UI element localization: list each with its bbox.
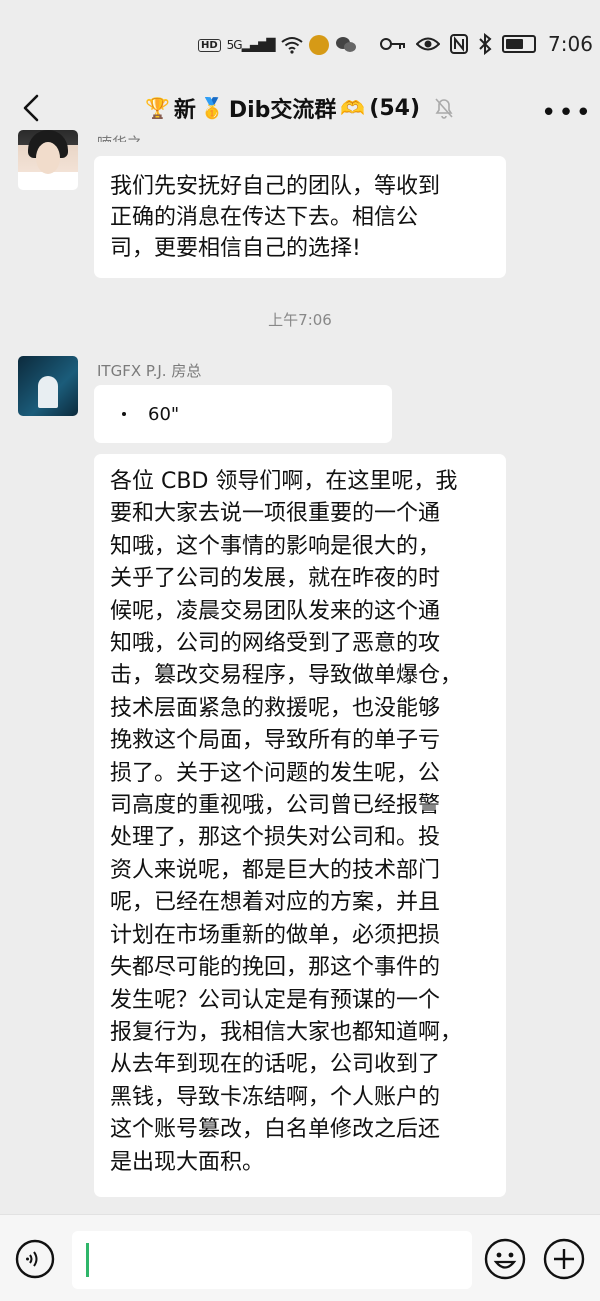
message-text: 各位 CBD 领导们啊，在这里呢，我 要和大家去说一项很重要的一个通 知哦，这个… xyxy=(110,469,463,1175)
input-bar xyxy=(0,1214,600,1301)
message-input[interactable] xyxy=(72,1231,472,1289)
more-options-icon[interactable]: ••• xyxy=(541,98,593,128)
battery-icon xyxy=(502,35,536,53)
nfc-icon xyxy=(450,34,468,54)
eye-icon xyxy=(416,37,440,51)
medal-icon: 🥇 xyxy=(199,96,225,120)
bluetooth-icon xyxy=(479,33,492,55)
emoji-icon[interactable] xyxy=(483,1237,527,1281)
status-left-icons: HD 5G▂▄▆█ xyxy=(198,33,357,57)
hd-indicator: HD xyxy=(198,38,221,52)
title-text-2: Dib交流群 xyxy=(228,98,337,123)
trophy-icon: 🏆 xyxy=(145,96,170,120)
title-text-1: 新 xyxy=(173,98,196,123)
status-bar: HD 5G▂▄▆█ 7:06 xyxy=(0,0,600,86)
voice-duration: 60" xyxy=(148,403,180,425)
avatar[interactable] xyxy=(18,356,78,416)
wifi-icon xyxy=(280,37,303,54)
status-time: 7:06 xyxy=(548,32,593,56)
key-icon xyxy=(380,38,405,50)
message-bubble[interactable]: 我们先安抚好自己的团队，等收到 正确的消息在传达下去。相信公 司，更要相信自己的… xyxy=(94,156,506,278)
avatar[interactable] xyxy=(18,130,78,190)
status-right-icons: 7:06 xyxy=(380,31,593,57)
text-cursor xyxy=(86,1243,89,1277)
sender-name: ITGFX P.J. 房总 xyxy=(97,362,202,380)
signal-icon: 5G▂▄▆█ xyxy=(226,38,276,52)
voice-wave-icon xyxy=(122,412,126,416)
wechat-icon xyxy=(335,37,356,52)
chat-title[interactable]: 🏆 新 🥇 Dib交流群 🫶 (54) xyxy=(145,90,420,126)
voice-message-bubble[interactable]: 60" xyxy=(94,385,392,443)
plus-icon[interactable] xyxy=(542,1237,586,1281)
muted-bell-icon xyxy=(435,98,453,119)
heart-hands-icon: 🫶 xyxy=(340,96,366,120)
message-bubble[interactable]: 各位 CBD 领导们啊，在这里呢，我 要和大家去说一项很重要的一个通 知哦，这个… xyxy=(94,454,506,1197)
back-arrow-icon[interactable] xyxy=(15,88,51,128)
app-notification-icon xyxy=(308,35,329,55)
voice-input-icon[interactable] xyxy=(15,1239,55,1279)
sender-name: 喃华之 xyxy=(97,130,142,142)
member-count: (54) xyxy=(369,95,421,121)
signal-label: 5G xyxy=(226,38,243,52)
message-text: 我们先安抚好自己的团队，等收到 正确的消息在传达下去。相信公 司，更要相信自己的… xyxy=(110,174,441,261)
time-label: 上午7:06 xyxy=(268,311,332,329)
chat-header: 🏆 新 🥇 Dib交流群 🫶 (54) ••• xyxy=(0,86,600,132)
